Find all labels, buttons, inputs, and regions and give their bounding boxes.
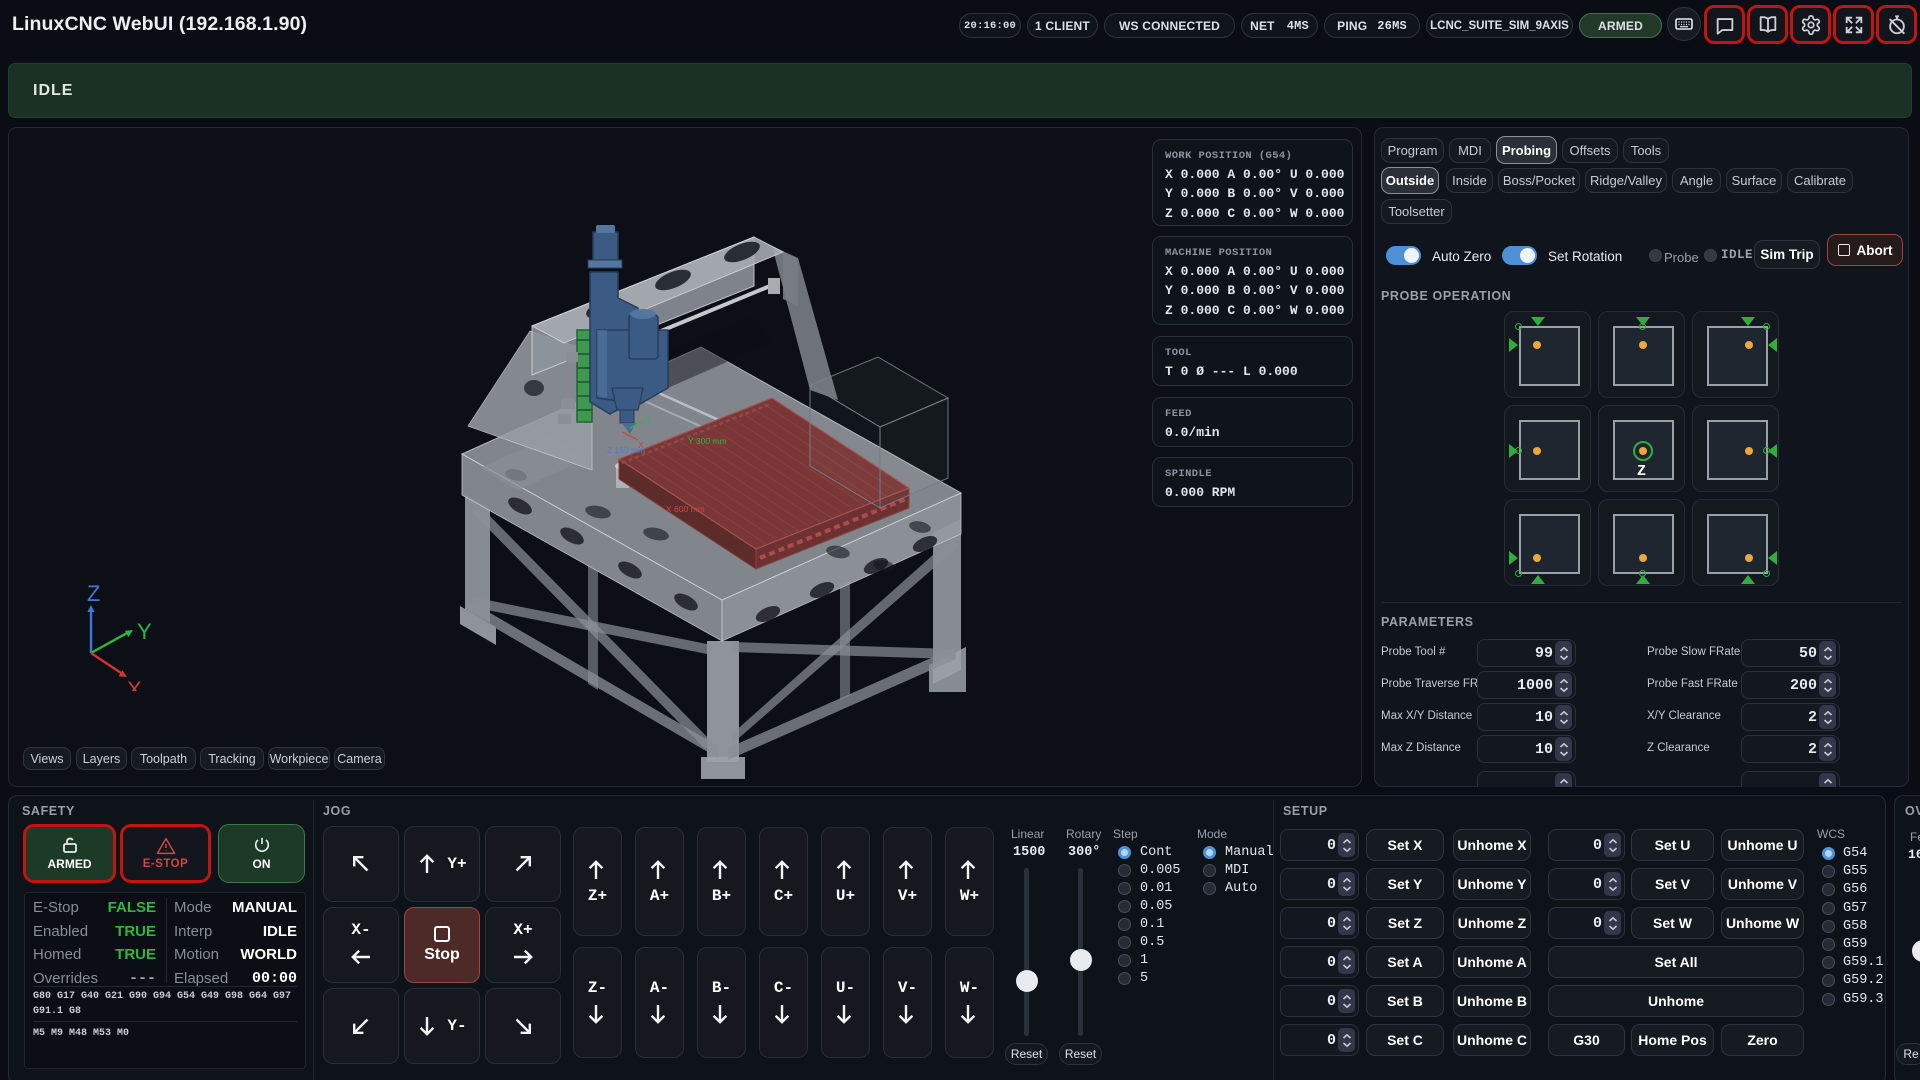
svg-text:X 600 mm: X 600 mm [666,504,705,514]
svg-text:Y 300 mm: Y 300 mm [688,436,727,446]
svg-text:X: X [638,440,644,450]
svg-text:X: X [127,677,142,691]
svg-text:Z: Z [87,581,100,606]
svg-text:Y: Y [645,415,651,425]
svg-text:Y: Y [137,619,152,644]
